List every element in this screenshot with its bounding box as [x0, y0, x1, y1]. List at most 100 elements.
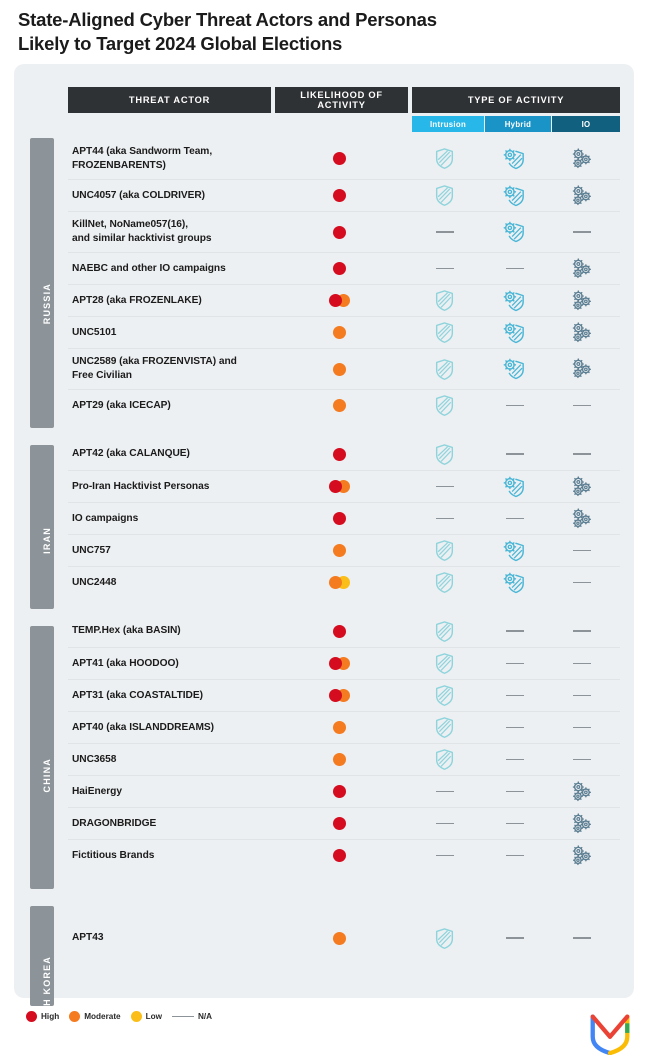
hybrid-na-dash [505, 453, 524, 455]
intrusion-cell [408, 443, 481, 466]
hybrid-cell [481, 220, 548, 244]
threat-actor-cell: UNC4057 (aka COLDRIVER) [68, 189, 271, 203]
intrusion-shield-icon [434, 620, 455, 643]
threat-actor-cell: TEMP.Hex (aka BASIN) [68, 624, 271, 638]
threat-actor-name-line: APT44 (aka Sandworm Team, [72, 145, 213, 157]
intrusion-cell [408, 267, 481, 270]
likelihood-dot-high [329, 689, 342, 702]
threat-actor-cell: APT44 (aka Sandworm Team, FROZENBARENTS) [68, 145, 271, 173]
hybrid-cell [481, 404, 548, 407]
column-header-type-of-activity: TYPE OF ACTIVITY [412, 87, 620, 113]
threat-actor-name-line: APT31 (aka COASTALTIDE) [72, 689, 203, 701]
threat-actor-cell: UNC757 [68, 544, 271, 558]
likelihood-cell [271, 624, 408, 638]
hybrid-cell [481, 453, 548, 455]
intrusion-cell [408, 321, 481, 344]
likelihood-dot-moderate [333, 753, 346, 766]
io-na-dash [573, 453, 591, 455]
threat-actor-name-line: APT41 (aka HOODOO) [72, 657, 179, 669]
likelihood-cell [271, 657, 408, 670]
threat-actor-name-line: Free Civilian [72, 370, 132, 381]
likelihood-cell [271, 785, 408, 798]
intrusion-shield-icon [434, 748, 455, 771]
mandiant-logo [586, 1007, 634, 1055]
hybrid-cell [481, 184, 548, 208]
io-cell [548, 844, 616, 868]
threat-actor-name-line: UNC3658 [72, 753, 117, 765]
io-na-dash [573, 404, 591, 407]
table-row: IO campaigns [68, 502, 620, 534]
threat-actor-name-line: Fictitious Brands [72, 849, 155, 861]
threat-actor-cell: UNC3658 [68, 753, 271, 767]
country-tab-russia: RUSSIA [30, 138, 54, 428]
threat-actor-cell: KillNet, NoName057(16), and similar hackt… [68, 218, 271, 246]
threat-actor-name-line: APT29 (aka ICECAP) [72, 399, 171, 411]
legend-item: Moderate [69, 1011, 121, 1022]
page-title-line2: Likely to Target 2024 Global Elections [18, 33, 343, 55]
io-gears-icon [570, 257, 594, 281]
country-tab-label: NORTH KOREA [42, 956, 52, 1037]
table-row: APT41 (aka HOODOO) [68, 647, 620, 679]
country-tab-label: IRAN [42, 527, 52, 554]
likelihood-dots [333, 262, 346, 275]
likelihood-dots [333, 512, 346, 525]
hybrid-cell [481, 822, 548, 825]
threat-actor-name-line: FROZENBARENTS) [72, 159, 166, 171]
likelihood-dot-high [329, 480, 342, 493]
hybrid-cell [481, 267, 548, 270]
threat-actor-cell: UNC2448 [68, 576, 271, 590]
io-na-dash [573, 694, 591, 697]
likelihood-dots [333, 721, 346, 734]
intrusion-cell [408, 620, 481, 643]
likelihood-cell [271, 189, 408, 202]
io-na-dash [573, 662, 591, 665]
intrusion-na-dash [435, 822, 454, 825]
intrusion-cell [408, 231, 481, 233]
intrusion-cell [408, 517, 481, 520]
hybrid-shield-gear-icon [502, 184, 527, 208]
intrusion-na-dash [435, 231, 454, 233]
intrusion-cell [408, 927, 481, 950]
intrusion-na-dash [435, 485, 454, 488]
intrusion-shield-icon [434, 358, 455, 381]
threat-actor-cell: APT31 (aka COASTALTIDE) [68, 689, 271, 703]
intrusion-cell [408, 684, 481, 707]
legend-dot [130, 1011, 142, 1022]
likelihood-dot-moderate [333, 544, 346, 557]
likelihood-dot-high [329, 657, 342, 670]
likelihood-dots [329, 294, 350, 307]
intrusion-shield-icon [434, 927, 455, 950]
table-row: KillNet, NoName057(16), and similar hackt… [68, 211, 620, 252]
io-gears-icon [570, 507, 594, 531]
hybrid-shield-gear-icon [502, 289, 527, 313]
table-row: APT44 (aka Sandworm Team, FROZENBARENTS) [68, 138, 620, 179]
io-gears-icon [570, 780, 594, 804]
threat-actor-name-line: APT42 (aka CALANQUE) [72, 448, 190, 460]
hybrid-cell [481, 289, 548, 313]
intrusion-shield-icon [434, 443, 455, 466]
likelihood-dot-high [333, 262, 346, 275]
io-cell [548, 453, 616, 455]
hybrid-shield-gear-icon [502, 357, 527, 381]
legend-item: High [26, 1011, 59, 1022]
io-na-dash [573, 581, 591, 584]
country-tab-iran: IRAN [30, 445, 54, 609]
intrusion-shield-icon [434, 684, 455, 707]
legend: High Moderate Low N/A [26, 1011, 212, 1022]
threat-actor-cell: HaiEnergy [68, 785, 271, 799]
hybrid-cell [481, 321, 548, 345]
column-subheader-io: IO [552, 116, 620, 132]
likelihood-dot-high [333, 225, 346, 239]
io-gears-icon [570, 357, 594, 381]
column-header-threat-actor: THREAT ACTOR [68, 87, 271, 113]
threat-actor-name-line: Pro-Iran Hacktivist Personas [72, 480, 210, 492]
legend-item: N/A [171, 1012, 212, 1021]
likelihood-dots [333, 785, 346, 798]
likelihood-dots [329, 657, 350, 670]
infographic-page: State-Aligned Cyber Threat Actors and Pe… [0, 0, 648, 1059]
io-cell [548, 289, 616, 313]
io-cell [548, 357, 616, 381]
io-cell [548, 694, 616, 697]
legend-label: Moderate [84, 1012, 121, 1021]
